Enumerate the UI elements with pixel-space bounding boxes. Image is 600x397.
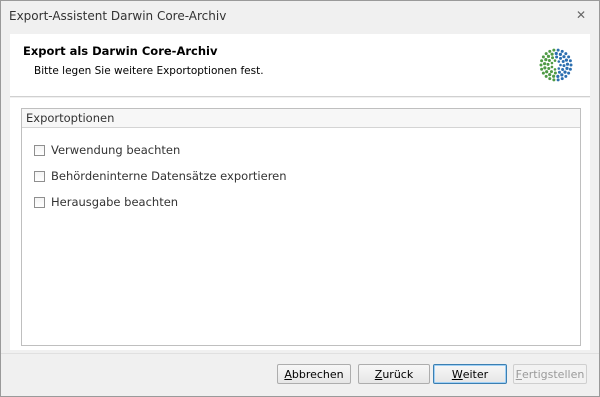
next-button-mnemonic: W [451,367,463,381]
logo-dot [559,63,562,67]
export-wizard-window: Export-Assistent Darwin Core-Archiv ✕ Ex… [0,0,600,397]
logo-dot [552,74,556,78]
logo-dot [553,71,557,75]
logo-dot [546,62,550,66]
logo-dot [565,66,569,70]
logo-dot [552,78,556,82]
logo-dot [544,74,548,78]
logo-dot [562,64,566,68]
wizard-header: Export als Darwin Core-Archiv Bitte lege… [10,34,590,96]
logo-dot [550,52,554,56]
logo-dot [557,67,561,70]
export-options-group: Exportoptionen Verwendung beachten Behör… [21,108,581,346]
logo-dot [548,49,552,53]
logo-dot [549,70,553,74]
checkbox[interactable] [34,144,45,156]
option-verwendung-beachten[interactable]: Verwendung beachten [34,142,180,158]
logo-dot [541,71,545,75]
logo-dot [543,66,547,70]
logo-dot [550,65,554,69]
back-button-label: urück [382,367,414,381]
logo-dot [564,52,568,56]
cancel-button-label: bbrechen [291,367,344,381]
back-button-mnemonic: Z [374,367,383,381]
logo-dot [547,58,551,62]
logo-dot [550,61,554,65]
close-icon[interactable]: ✕ [573,7,589,23]
logo-dot [563,70,567,74]
logo-dot [546,54,551,58]
export-options-group-label: Exportoptionen [22,109,580,128]
logo-dot [552,48,556,52]
logo-dot [553,59,557,62]
checkbox[interactable] [34,196,45,208]
finish-button: Fertigstellen [513,364,587,384]
next-button[interactable]: Weiter [433,364,507,384]
logo-dot [544,58,548,62]
wizard-content: Exportoptionen Verwendung beachten Behör… [10,98,590,350]
logo-dot [556,74,560,78]
logo-dot [568,67,572,71]
logo-dot [564,58,569,62]
logo-dot [548,77,552,81]
cancel-button[interactable]: Abbrechen [277,364,351,384]
wizard-header-description: Bitte legen Sie weitere Exportoptionen f… [34,65,264,77]
wizard-header-title: Export als Darwin Core-Archiv [23,44,218,58]
logo-dot [555,55,559,59]
logo-dot [540,59,544,63]
logo-dot [561,60,565,64]
logo-dot [544,52,548,56]
finish-button-label: ertigstellen [522,367,585,381]
title-bar: Export-Assistent Darwin Core-Archiv ✕ [1,1,599,33]
logo-dot [569,63,573,67]
header-divider [10,96,590,97]
window-title: Export-Assistent Darwin Core-Archiv [9,9,227,23]
logo-dot [567,71,571,75]
logo-dot [565,62,570,66]
logo-dot [557,70,561,74]
logo-dot [547,66,551,70]
logo-dot [557,60,561,63]
cancel-button-mnemonic: A [284,367,292,381]
logo-dot [558,52,562,56]
dotted-globe-logo-icon [539,48,573,82]
option-label: Herausgabe beachten [51,195,179,209]
logo-dot [553,68,557,71]
option-label: Behördeninterne Datensätze exportieren [51,169,287,183]
logo-dot [564,74,568,78]
logo-dot [556,48,560,52]
logo-dot [541,55,545,59]
logo-dot [562,55,566,59]
logo-dot [554,51,558,56]
option-behoerdeninterne-datensaetze[interactable]: Behördeninterne Datensätze exportieren [34,168,287,184]
option-label: Verwendung beachten [51,143,181,157]
logo-dot [560,49,564,53]
logo-dot [556,78,560,82]
option-herausgabe-beachten[interactable]: Herausgabe beachten [34,194,178,210]
logo-dot [559,56,563,60]
logo-dot [560,73,564,77]
logo-dot [548,73,552,77]
logo-dot [561,68,565,72]
logo-dot [567,55,571,59]
logo-dot [542,62,547,66]
button-bar: Abbrechen Zurück Weiter Fertigstellen [1,353,599,396]
back-button[interactable]: Zurück [358,364,430,384]
logo-dot [560,77,564,81]
logo-dot [545,70,549,74]
logo-dot [540,67,544,71]
logo-dot [568,59,572,63]
logo-dot [551,56,555,60]
checkbox[interactable] [34,170,45,182]
next-button-label: eiter [462,367,489,381]
logo-dot [539,63,543,67]
